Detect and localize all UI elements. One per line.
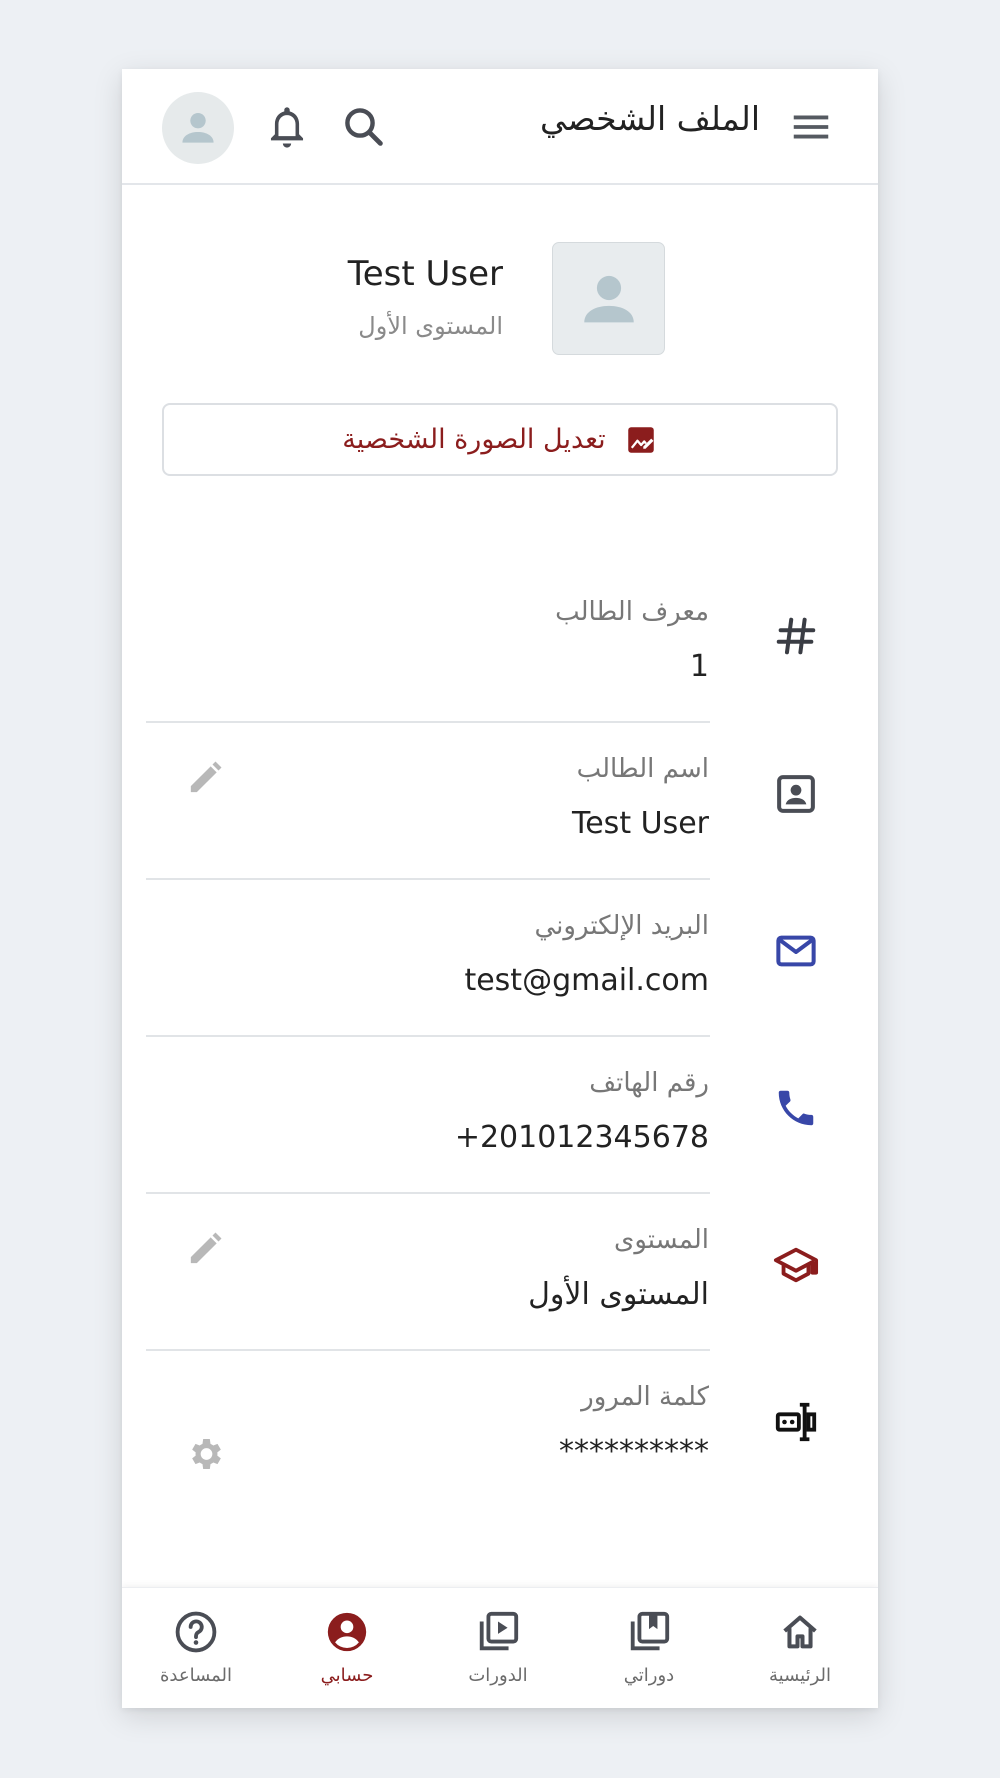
divider [146, 1192, 710, 1194]
email-row: البريد الإلكتروني test@gmail.com [122, 895, 878, 1052]
field-value: 1 [689, 649, 709, 684]
phone-row: رقم الهاتف +201012345678 [122, 1052, 878, 1209]
field-label: المستوى [614, 1225, 709, 1255]
nav-label: الرئيسية [769, 1665, 831, 1686]
bottom-navigation: الرئيسية دوراتي الدورات حسابي المساعدة [122, 1587, 878, 1708]
hamburger-menu-icon[interactable] [788, 104, 834, 150]
divider [146, 878, 710, 880]
field-value: Test User [572, 806, 709, 841]
field-value: ********** [559, 1434, 709, 1469]
contact-card-icon [777, 775, 815, 813]
field-value: المستوى الأول [528, 1277, 709, 1312]
edit-profile-photo-label: تعديل الصورة الشخصية [342, 424, 606, 455]
student-name-row: اسم الطالب Test User [122, 738, 878, 895]
field-value: test@gmail.com [464, 963, 709, 998]
home-icon [783, 1615, 817, 1649]
bell-icon[interactable] [262, 102, 312, 152]
divider [146, 1349, 710, 1351]
level-row: المستوى المستوى الأول [122, 1209, 878, 1366]
edit-icon[interactable] [185, 758, 225, 798]
nav-courses[interactable]: الدورات [433, 1588, 563, 1708]
divider [146, 721, 710, 723]
hash-icon [776, 617, 816, 655]
field-label: كلمة المرور [581, 1382, 709, 1412]
app-screen: الملف الشخصي Test User المستوى الأول تعد… [122, 69, 878, 1708]
user-avatar-icon [182, 112, 214, 143]
search-icon[interactable] [340, 103, 388, 151]
field-label: اسم الطالب [576, 754, 709, 784]
field-label: معرف الطالب [555, 597, 709, 627]
mail-icon [776, 935, 816, 967]
divider [146, 1035, 710, 1037]
profile-name: Test User [347, 254, 503, 294]
account-circle-icon [327, 1612, 367, 1652]
password-icon [775, 1402, 817, 1442]
field-value: +201012345678 [454, 1120, 709, 1155]
user-avatar-icon [583, 275, 634, 322]
edit-icon[interactable] [185, 1229, 225, 1269]
nav-label: دوراتي [623, 1665, 675, 1686]
courses-play-icon [479, 1611, 519, 1651]
page-title: الملف الشخصي [540, 99, 760, 138]
nav-help[interactable]: المساعدة [131, 1588, 261, 1708]
nav-account[interactable]: حسابي [282, 1588, 412, 1708]
nav-home[interactable]: الرئيسية [735, 1588, 865, 1708]
password-row: كلمة المرور ********** [122, 1366, 878, 1523]
app-bar: الملف الشخصي [122, 69, 878, 185]
gear-icon[interactable] [185, 1434, 225, 1474]
nav-label: المساعدة [159, 1665, 233, 1686]
student-id-row: معرف الطالب 1 [122, 581, 878, 738]
graduation-cap-icon [773, 1247, 819, 1283]
field-label: رقم الهاتف [589, 1068, 709, 1098]
phone-icon [778, 1090, 814, 1126]
nav-label: حسابي [320, 1665, 374, 1686]
edit-photo-icon [627, 426, 654, 453]
profile-photo [552, 242, 665, 355]
nav-label: الدورات [468, 1665, 528, 1686]
nav-my-courses[interactable]: دوراتي [584, 1588, 714, 1708]
profile-level: المستوى الأول [358, 312, 503, 340]
avatar[interactable] [162, 92, 234, 164]
help-icon [175, 1611, 217, 1653]
edit-profile-photo-button[interactable]: تعديل الصورة الشخصية [162, 403, 838, 476]
my-courses-icon [630, 1611, 670, 1651]
field-label: البريد الإلكتروني [534, 911, 709, 941]
